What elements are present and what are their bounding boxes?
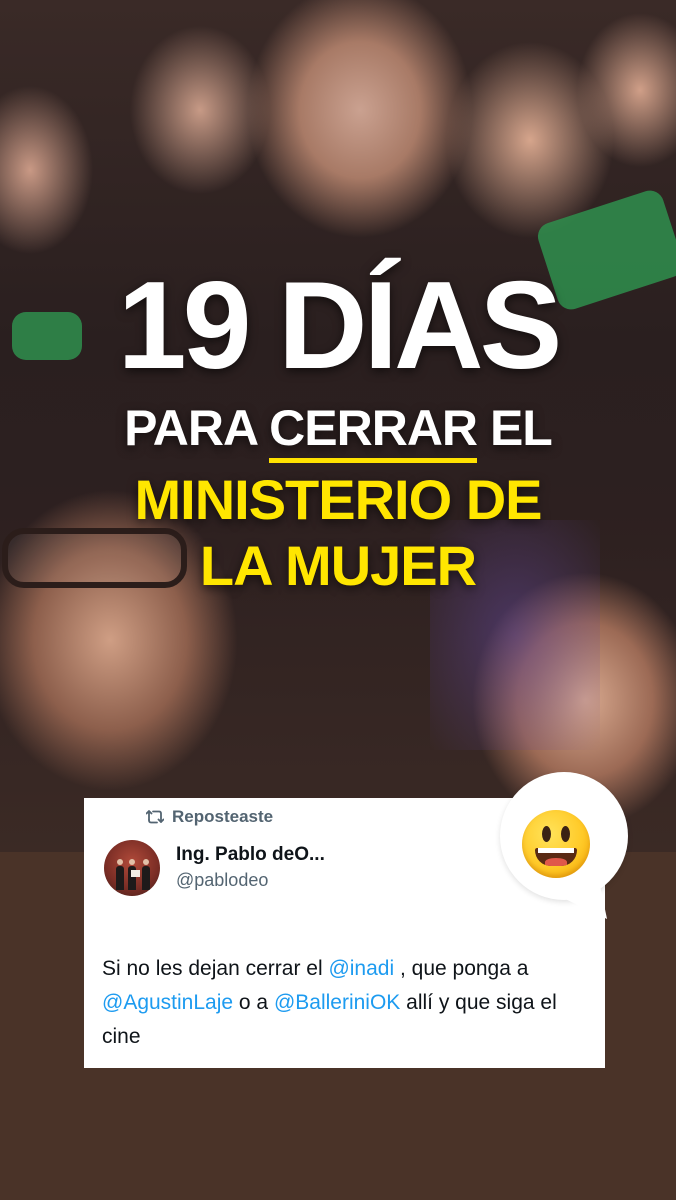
mention-agustinlaje[interactable]: @AgustinLaje <box>102 991 233 1014</box>
avatar-figure <box>116 859 124 890</box>
headline-days: 19 DÍAS <box>117 257 563 395</box>
repost-indicator: Reposteaste <box>145 807 274 827</box>
mention-inadi[interactable]: @inadi <box>328 957 394 980</box>
avatar-diploma <box>131 870 140 877</box>
avatar-figure <box>142 859 150 890</box>
emoji-mouth <box>535 848 577 866</box>
tweet-text-segment: Si no les dejan cerrar el <box>102 957 329 980</box>
repost-label: Reposteaste <box>172 807 274 826</box>
grinning-face-emoji-icon <box>522 810 590 878</box>
author-name[interactable]: Ing. Pablo deO... <box>176 844 325 866</box>
headline-para-cerrar: PARA CERRAR EL <box>0 400 676 463</box>
headline-la-mujer: LA MUJER <box>199 534 477 597</box>
repost-icon <box>145 809 165 825</box>
emoji-left-eye <box>542 826 551 842</box>
headline-el-text: EL <box>477 400 553 456</box>
headline-ministerio: MINISTERIO DE <box>134 468 542 531</box>
author-handle[interactable]: @pablodeo <box>176 870 268 891</box>
emoji-right-eye <box>561 826 570 842</box>
tweet-text: Si no les dejan cerrar el @inadi , que p… <box>102 952 592 1054</box>
author-avatar[interactable] <box>104 840 160 896</box>
instagram-story: 19 DÍAS PARA CERRAR EL MINISTERIO DE LA … <box>0 0 676 1200</box>
headline-cerrar-underlined: CERRAR <box>269 400 478 463</box>
tweet-text-segment: o a <box>233 991 274 1014</box>
tweet-text-segment: , que ponga a <box>394 957 529 980</box>
headline-para-text: PARA <box>124 400 270 456</box>
mention-ballerinio[interactable]: @BalleriniOK <box>274 991 400 1014</box>
